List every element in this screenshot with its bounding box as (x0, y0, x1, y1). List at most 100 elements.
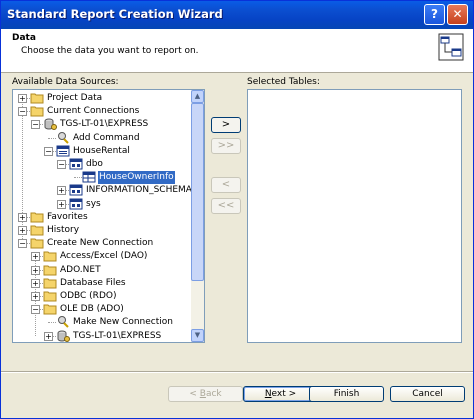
tree-node[interactable]: + Favorites (13, 211, 191, 224)
tree-node-label: dbo (86, 159, 103, 169)
close-button[interactable]: ✕ (447, 4, 468, 25)
page-subtitle: Choose the data you want to report on. (21, 46, 199, 56)
tree-node-label: Database Files (60, 277, 126, 288)
tree-node[interactable]: + Access/Excel (DAO) (13, 250, 191, 263)
tree-node[interactable]: − TGS-LT-01\EXPRESS (13, 118, 191, 131)
next-rest: ext > (271, 389, 297, 399)
expand-icon[interactable]: + (31, 292, 40, 301)
tree-node-label: ADO.NET (60, 264, 101, 275)
tree-node[interactable]: Add Command (13, 131, 191, 145)
table-icon (82, 171, 96, 183)
tree-node-label: History (47, 225, 80, 235)
folder-icon (43, 250, 57, 262)
command-icon (56, 131, 70, 144)
database-server-icon (43, 118, 57, 131)
selected-tables-list[interactable] (247, 89, 462, 343)
tree-node-label: Access/Excel (DAO) (60, 251, 148, 262)
tree-connector (74, 177, 82, 179)
tree-node-label: Project Data (47, 93, 103, 103)
tree-node-label: INFORMATION_SCHEMA (86, 185, 191, 196)
wizard-header: Data Choose the data you want to report … (1, 29, 473, 73)
tree-node[interactable]: − OLE DB (ADO) (13, 303, 191, 316)
tree-node[interactable]: + Project Data (13, 92, 191, 105)
expand-icon[interactable]: + (31, 278, 40, 288)
expand-icon[interactable]: + (44, 331, 53, 341)
scroll-up-arrow-icon[interactable]: ▲ (191, 90, 204, 103)
expand-icon[interactable]: + (18, 94, 27, 103)
tree-node[interactable]: + ODBC (RDO) (13, 290, 191, 303)
expand-icon[interactable]: + (31, 252, 40, 262)
tree-node-label: Current Connections (47, 106, 140, 117)
remove-table-button[interactable]: < (211, 177, 241, 193)
back-prefix: < (189, 389, 200, 399)
tree-node-label: Favorites (47, 211, 88, 222)
tree-node[interactable]: − HouseRental (13, 145, 191, 158)
collapse-icon[interactable]: − (31, 120, 40, 130)
folder-icon (43, 264, 57, 276)
title-bar[interactable]: Standard Report Creation Wizard ? ✕ (1, 1, 473, 29)
database-icon (56, 145, 70, 157)
add-table-button[interactable]: > (211, 117, 241, 133)
expand-icon[interactable]: + (18, 212, 27, 222)
help-button[interactable]: ? (424, 4, 445, 25)
tree-node-label: Make New Connection (73, 317, 173, 328)
tree-node-label: TGS-LT-01\EXPRESS (73, 330, 162, 341)
next-accel: N (264, 389, 272, 399)
available-sources-tree[interactable]: + Project Data − Current Connections − TGS-LT… (12, 89, 205, 343)
page-title: Data (12, 33, 36, 43)
available-sources-label: Available Data Sources: (12, 77, 119, 87)
collapse-icon[interactable]: − (44, 146, 53, 156)
collapse-icon[interactable]: − (57, 160, 66, 169)
window-title: Standard Report Creation Wizard (7, 7, 223, 21)
tree-node-label: HouseOwnerInfo (98, 171, 175, 185)
tree-connector (48, 322, 56, 324)
folder-icon (30, 237, 44, 249)
tree-node[interactable]: Make New Connection (13, 316, 191, 329)
table-link-icon (438, 33, 464, 61)
command-icon (56, 316, 70, 329)
schema-icon (69, 184, 83, 196)
expand-icon[interactable]: + (57, 186, 66, 196)
back-rest: ack (205, 389, 222, 399)
tree-node-label: ODBC (RDO) (60, 291, 117, 301)
collapse-icon[interactable]: − (18, 239, 27, 249)
tree-node[interactable]: − dbo (13, 158, 191, 171)
folder-icon (43, 303, 57, 315)
back-button[interactable]: < Back (168, 386, 243, 402)
folder-icon (30, 92, 44, 104)
tree-node[interactable]: + sys (13, 198, 191, 211)
tree-node[interactable]: + Database Files (13, 277, 191, 290)
collapse-icon[interactable]: − (31, 305, 40, 315)
footer-separator (1, 371, 473, 373)
folder-icon (30, 105, 44, 117)
expand-icon[interactable]: + (31, 265, 40, 275)
folder-icon (43, 290, 57, 302)
tree-node[interactable]: + INFORMATION_SCHEMA (13, 184, 191, 197)
tree-node[interactable]: HouseOwnerInfo (13, 171, 191, 185)
expand-icon[interactable]: + (18, 226, 27, 235)
tree-node-label: Create New Connection (47, 238, 154, 249)
tree-node[interactable]: + TGS-LT-01\EXPRESS (13, 330, 191, 342)
remove-all-tables-button[interactable]: << (211, 198, 241, 214)
cancel-button[interactable]: Cancel (390, 386, 465, 402)
tree-vertical-scrollbar[interactable]: ▲ ▼ (191, 90, 204, 342)
schema-icon (69, 198, 83, 210)
schema-icon (69, 158, 83, 170)
scrollbar-thumb[interactable] (191, 103, 204, 281)
folder-icon (30, 211, 44, 223)
collapse-icon[interactable]: − (18, 107, 27, 117)
tree-node-label: Add Command (73, 132, 140, 143)
tree-node[interactable]: + ADO.NET (13, 264, 191, 277)
tree-node[interactable]: − Create New Connection (13, 237, 191, 250)
expand-icon[interactable]: + (57, 199, 66, 209)
add-all-tables-button[interactable]: >> (211, 138, 241, 154)
selected-tables-label: Selected Tables: (247, 77, 320, 87)
tree-node-label: OLE DB (ADO) (60, 304, 124, 315)
scroll-down-arrow-icon[interactable]: ▼ (191, 329, 204, 342)
tree-node[interactable]: + History (13, 224, 191, 237)
tree-node[interactable]: − Current Connections (13, 105, 191, 118)
tree-node-label: HouseRental (73, 145, 130, 156)
next-button[interactable]: Next > (243, 386, 318, 402)
finish-button[interactable]: Finish (309, 386, 384, 402)
database-server-icon (56, 330, 70, 342)
